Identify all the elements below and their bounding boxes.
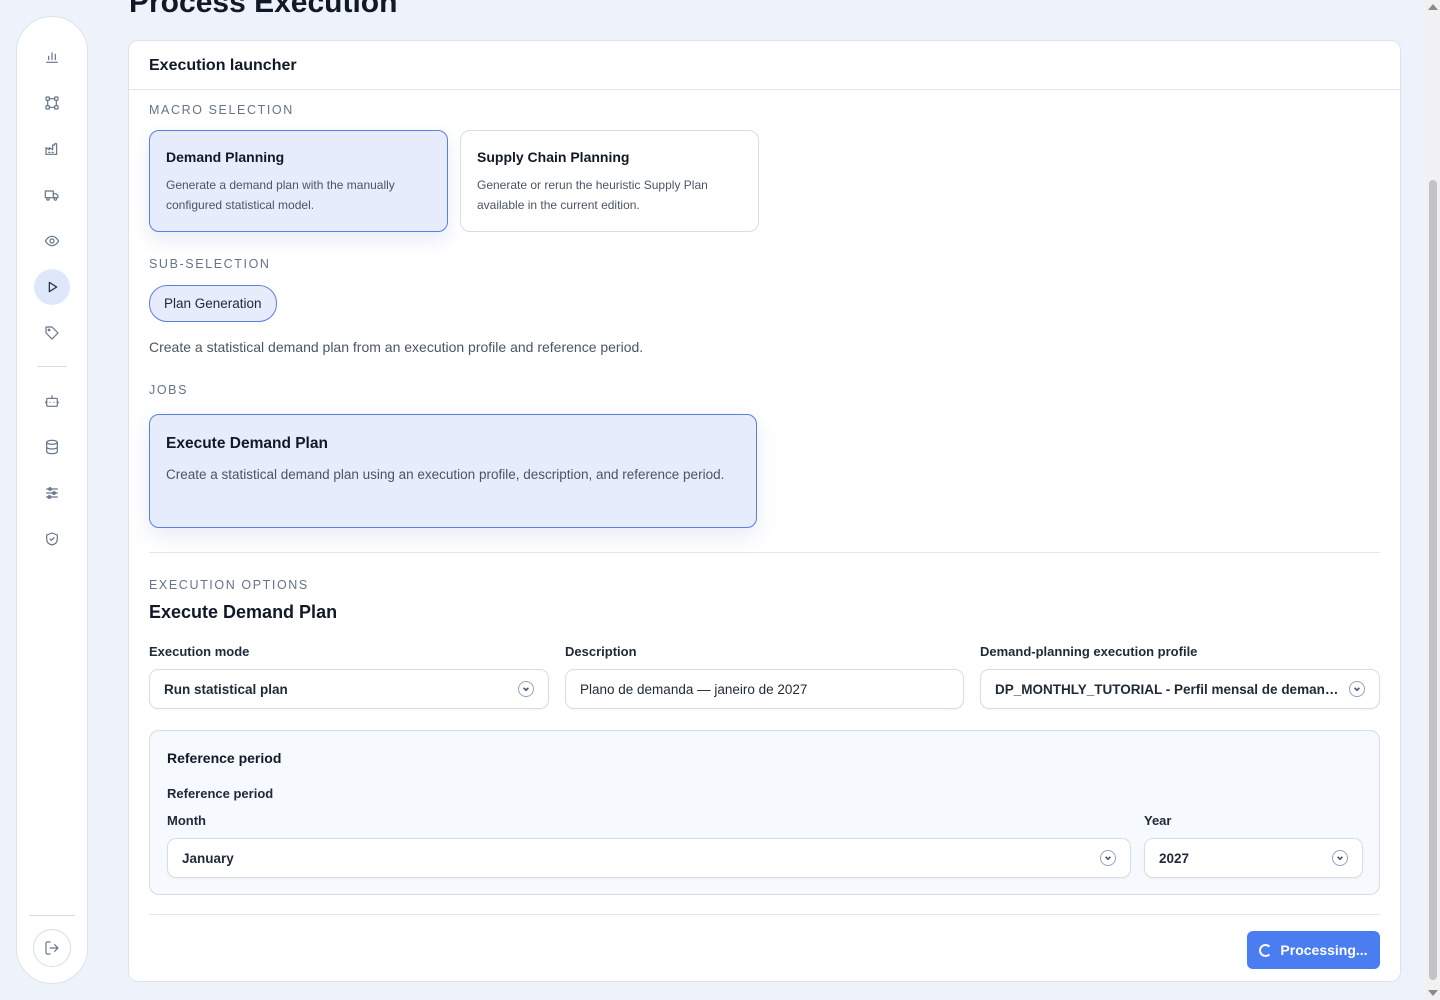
sub-selection-description: Create a statistical demand plan from an… xyxy=(149,339,644,355)
spinner-icon xyxy=(1259,943,1273,957)
reference-period-panel: Reference period Reference period Month … xyxy=(149,730,1380,895)
month-select[interactable]: January xyxy=(167,838,1131,878)
macro-desc: Generate or rerun the heuristic Supply P… xyxy=(477,178,708,212)
macro-desc: Generate a demand plan with the manually… xyxy=(166,178,395,212)
logout-icon xyxy=(45,941,59,955)
execution-profile-select[interactable]: DP_MONTHLY_TUTORIAL - Perfil mensal de d… xyxy=(980,669,1380,709)
factory-icon xyxy=(45,143,58,155)
sliders-icon xyxy=(46,487,58,499)
chevron-down-icon xyxy=(1349,681,1365,697)
processing-label: Processing... xyxy=(1280,942,1368,958)
workflow-icon xyxy=(45,96,59,110)
reference-period-subtitle: Reference period xyxy=(167,786,274,801)
page-title: Process Execution xyxy=(129,0,398,19)
shield-check-icon xyxy=(46,532,58,546)
truck-icon xyxy=(44,190,59,201)
execution-profile-label: Demand-planning execution profile xyxy=(980,644,1198,659)
year-select[interactable]: 2027 xyxy=(1144,838,1363,878)
bar-chart-icon xyxy=(46,52,58,63)
execution-mode-label: Execution mode xyxy=(149,644,250,659)
execution-options-label: Execution options xyxy=(149,578,309,592)
execution-mode-select[interactable]: Run statistical plan xyxy=(149,669,549,709)
scroll-down-arrow-icon[interactable] xyxy=(1428,990,1438,996)
play-icon xyxy=(48,281,58,293)
description-label: Description xyxy=(565,644,637,659)
plan-generation-chip[interactable]: Plan Generation xyxy=(149,285,277,322)
bot-icon xyxy=(44,395,60,407)
reference-period-title: Reference period xyxy=(167,750,282,766)
sidebar-item-data[interactable] xyxy=(34,429,70,465)
year-label: Year xyxy=(1144,813,1172,828)
sidebar-item-logistics[interactable] xyxy=(34,177,70,213)
job-desc: Create a statistical demand plan using a… xyxy=(166,467,725,482)
sidebar-item-assistant[interactable] xyxy=(34,383,70,419)
macro-card-supply-chain-planning[interactable]: Supply Chain Planning Generate or rerun … xyxy=(460,130,759,232)
execution-profile-value: DP_MONTHLY_TUTORIAL - Perfil mensal de d… xyxy=(995,681,1339,697)
sidebar-item-process-execution[interactable] xyxy=(34,269,70,305)
chevron-down-icon xyxy=(1100,850,1116,866)
sidebar-item-monitoring[interactable] xyxy=(34,223,70,259)
sidebar-item-security[interactable] xyxy=(34,521,70,557)
sub-selection-label: Sub-selection xyxy=(149,257,271,271)
card-header: Execution launcher xyxy=(129,41,1400,90)
job-title: Execute Demand Plan xyxy=(166,435,328,452)
footer-divider xyxy=(149,914,1380,915)
sidebar-item-analytics[interactable] xyxy=(34,39,70,75)
jobs-label: Jobs xyxy=(149,383,189,397)
execution-launcher-card: Execution launcher Macro selection Deman… xyxy=(128,40,1401,982)
year-value: 2027 xyxy=(1159,850,1190,866)
sidebar-item-production[interactable] xyxy=(34,131,70,167)
execution-options-heading: Execute Demand Plan xyxy=(149,602,338,622)
sidebar-item-workflow[interactable] xyxy=(34,85,70,121)
eye-icon xyxy=(44,235,60,247)
page-scrollbar[interactable] xyxy=(1426,0,1440,1000)
macro-selection-label: Macro selection xyxy=(149,103,294,117)
execution-mode-value: Run statistical plan xyxy=(164,681,288,697)
month-value: January xyxy=(182,850,234,866)
chevron-down-icon xyxy=(1332,850,1348,866)
month-label: Month xyxy=(167,813,206,828)
scroll-thumb[interactable] xyxy=(1429,180,1437,980)
database-icon xyxy=(46,439,58,455)
description-value: Plano de demanda — janeiro de 2027 xyxy=(580,681,808,697)
sidebar xyxy=(16,16,88,984)
sidebar-divider-bottom xyxy=(29,915,75,916)
logout-button[interactable] xyxy=(33,929,71,967)
sidebar-divider xyxy=(37,366,67,367)
macro-card-demand-planning[interactable]: Demand Planning Generate a demand plan w… xyxy=(149,130,448,232)
section-divider xyxy=(149,552,1380,553)
tag-icon xyxy=(45,326,59,340)
chevron-down-icon xyxy=(518,681,534,697)
sidebar-item-settings[interactable] xyxy=(34,475,70,511)
scroll-up-arrow-icon[interactable] xyxy=(1428,4,1438,10)
macro-title: Supply Chain Planning xyxy=(477,149,630,165)
job-card-execute-demand-plan[interactable]: Execute Demand Plan Create a statistical… xyxy=(149,414,757,528)
card-title: Execution launcher xyxy=(149,57,297,74)
macro-title: Demand Planning xyxy=(166,149,285,165)
processing-button[interactable]: Processing... xyxy=(1247,931,1380,969)
description-input[interactable]: Plano de demanda — janeiro de 2027 xyxy=(565,669,964,709)
sidebar-item-pricing[interactable] xyxy=(34,315,70,351)
